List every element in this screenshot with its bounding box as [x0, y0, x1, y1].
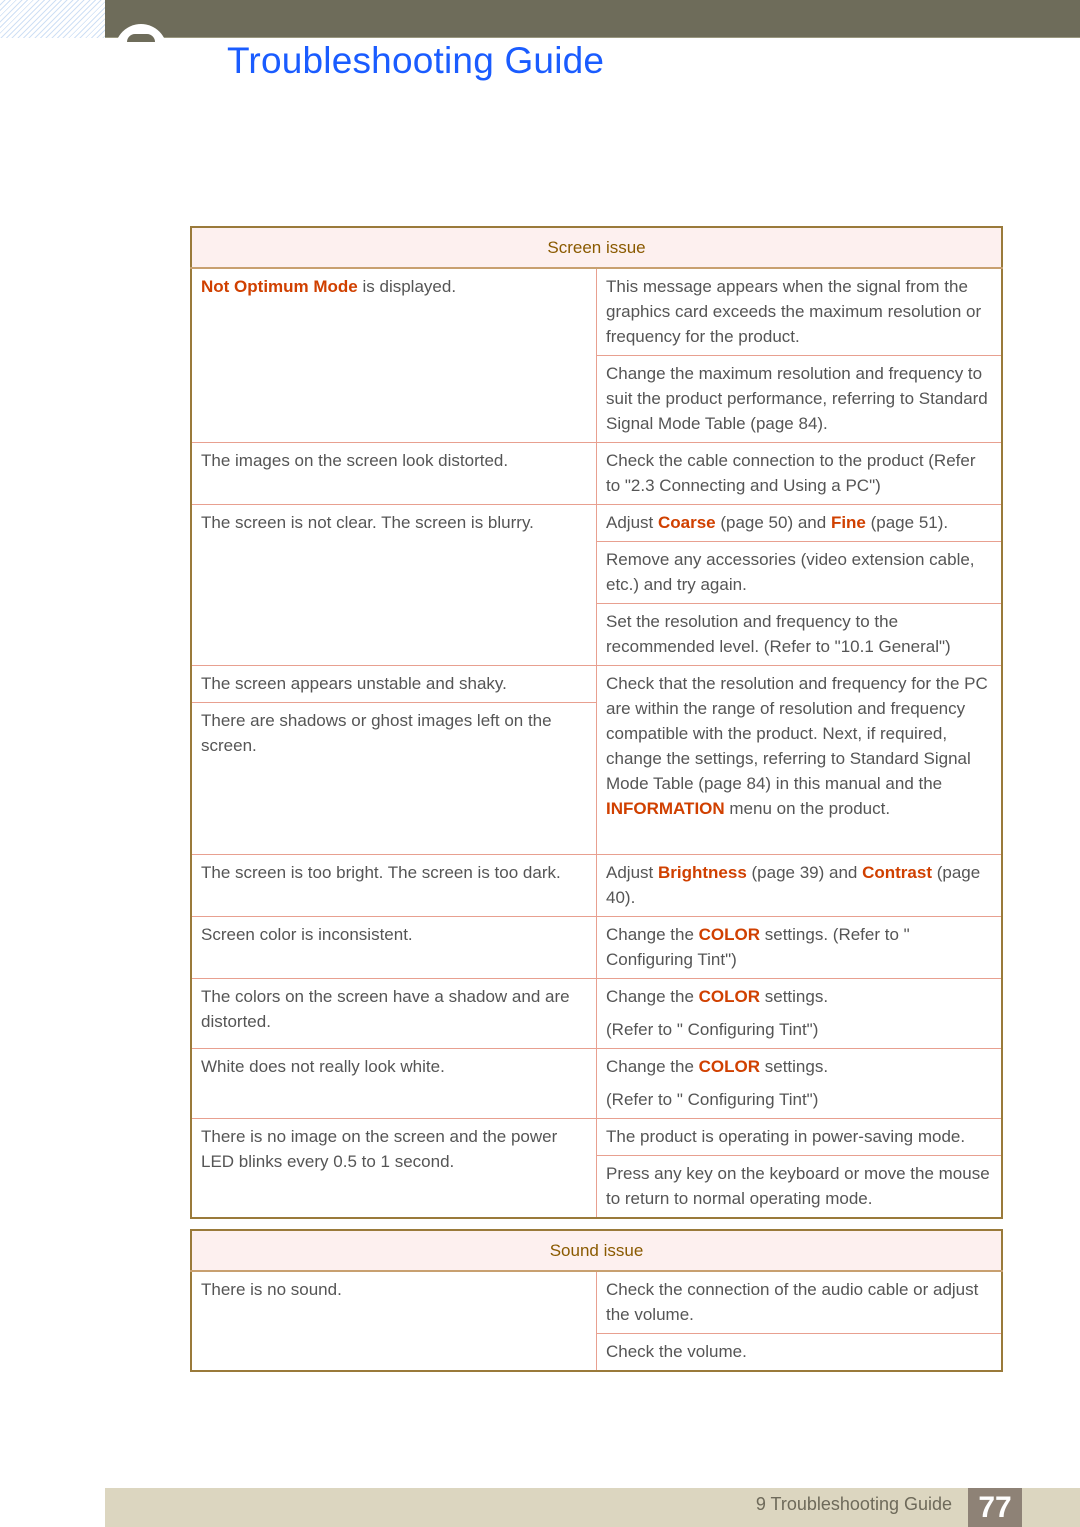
text-segment: White does not really look white.: [201, 1057, 445, 1076]
text-segment: This message appears when the signal fro…: [606, 277, 982, 346]
text-segment: The screen is not clear. The screen is b…: [201, 513, 534, 532]
problem-cell: The screen is too bright. The screen is …: [190, 854, 597, 917]
text-segment: The product is operating in power-saving…: [606, 1127, 966, 1146]
solution-cell: Change the COLOR settings. (Refer to " C…: [596, 916, 1003, 979]
solution-cell: Adjust Coarse (page 50) and Fine (page 5…: [596, 504, 1003, 542]
text-segment: settings.: [760, 1057, 829, 1076]
table-heading: Sound issue: [190, 1229, 1003, 1272]
text-segment: (page 39) and: [746, 863, 863, 882]
highlighted-term: Brightness: [657, 863, 747, 882]
text-segment: Set the resolution and frequency to the …: [606, 612, 951, 656]
footer-section: 9 Troubleshooting Guide: [755, 1494, 952, 1514]
text-segment: Check the connection of the audio cable …: [606, 1280, 979, 1324]
problem-cell: Not Optimum Mode is displayed.: [190, 267, 597, 443]
problem-cell: There is no image on the screen and the …: [190, 1118, 597, 1219]
top-bar: [105, 0, 1080, 38]
solution-cell: Change the maximum resolution and freque…: [596, 355, 1003, 443]
solution-cell: Adjust Brightness (page 39) and Contrast…: [596, 854, 1003, 917]
problem-cell: There are shadows or ghost images left o…: [190, 702, 597, 855]
problem-cell: There is no sound.: [190, 1270, 597, 1372]
text-segment: settings.: [760, 987, 829, 1006]
text-segment: Check the volume.: [606, 1342, 747, 1361]
text-segment: The screen appears unstable and shaky.: [201, 674, 507, 693]
page-title: Troubleshooting Guide: [227, 40, 605, 81]
text-segment: Change the: [606, 925, 699, 944]
text-segment: Screen color is inconsistent.: [201, 925, 413, 944]
solution-cell: This message appears when the signal fro…: [596, 267, 1003, 356]
solution-cell: Check the cable connection to the produc…: [596, 442, 1003, 505]
problem-cell: White does not really look white.: [190, 1048, 597, 1119]
text-segment: Check that the resolution and frequency …: [606, 674, 988, 793]
solution-cell: Change the COLOR settings. (Refer to " Co…: [596, 1048, 1003, 1119]
text-segment: Change the: [606, 987, 699, 1006]
screen-issue-table: Screen issue Not Optimum Mode is display…: [190, 226, 1003, 1219]
solution-cell: Remove any accessories (video extension …: [596, 541, 1003, 604]
text-segment: There is no image on the screen and the …: [201, 1127, 558, 1171]
problem-cell: Screen color is inconsistent.: [190, 916, 597, 979]
table-heading: Screen issue: [190, 226, 1003, 269]
solution-line: Change the COLOR settings.: [606, 1054, 993, 1079]
solution-cell: The product is operating in power-saving…: [596, 1118, 1003, 1156]
text-segment: (Refer to " Configuring Tint"): [606, 1090, 819, 1109]
highlighted-term: COLOR: [698, 925, 761, 944]
text-segment: There are shadows or ghost images left o…: [201, 711, 552, 755]
text-segment: The images on the screen look distorted.: [201, 451, 509, 470]
text-segment: Change the: [606, 1057, 699, 1076]
solution-line: (Refer to " Configuring Tint"): [606, 1087, 993, 1112]
text-segment: is displayed.: [357, 277, 457, 296]
solution-cell: Check the volume.: [596, 1333, 1003, 1372]
page-number: 77: [968, 1488, 1022, 1527]
problem-cell: The images on the screen look distorted.: [190, 442, 597, 505]
corner-pattern: [0, 0, 105, 38]
solution-line: Change the COLOR settings.: [606, 984, 993, 1009]
solution-cell: Check the connection of the audio cable …: [596, 1270, 1003, 1334]
text-segment: (page 51).: [865, 513, 949, 532]
text-segment: Remove any accessories (video extension …: [606, 550, 975, 594]
highlighted-term: Fine: [830, 513, 866, 532]
highlighted-term: Contrast: [862, 863, 932, 882]
problem-cell: The screen is not clear. The screen is b…: [190, 504, 597, 666]
highlighted-term: Not Optimum Mode: [201, 277, 358, 296]
solution-cell: Check that the resolution and frequency …: [596, 665, 1003, 855]
text-segment: (page 50) and: [715, 513, 831, 532]
page-footer: 9 Troubleshooting Guide 77: [105, 1488, 1080, 1527]
solution-cell: Press any key on the keyboard or move th…: [596, 1155, 1003, 1219]
highlighted-term: INFORMATION: [606, 799, 725, 818]
sound-issue-table: Sound issue There is no sound. Check the …: [190, 1229, 1003, 1372]
text-segment: Press any key on the keyboard or move th…: [606, 1164, 990, 1208]
text-segment: Change the maximum resolution and freque…: [606, 364, 988, 433]
solution-cell: Set the resolution and frequency to the …: [596, 603, 1003, 666]
chapter-tab-icon: [115, 24, 167, 76]
solution-cell: Change the COLOR settings. (Refer to " Co…: [596, 978, 1003, 1049]
text-segment: Adjust: [606, 513, 658, 532]
text-segment: Check the cable connection to the produc…: [606, 451, 976, 495]
text-segment: (Refer to " Configuring Tint"): [606, 1020, 819, 1039]
problem-cell: The colors on the screen have a shadow a…: [190, 978, 597, 1049]
text-segment: The colors on the screen have a shadow a…: [201, 987, 570, 1031]
text-segment: Adjust: [606, 863, 658, 882]
highlighted-term: Coarse: [657, 513, 716, 532]
highlighted-term: COLOR: [698, 987, 761, 1006]
highlighted-term: COLOR: [698, 1057, 761, 1076]
text-segment: menu on the product.: [724, 799, 891, 818]
text-segment: There is no sound.: [201, 1280, 342, 1299]
solution-line: (Refer to " Configuring Tint"): [606, 1017, 993, 1042]
text-segment: The screen is too bright. The screen is …: [201, 863, 561, 882]
problem-cell: The screen appears unstable and shaky.: [190, 665, 597, 703]
